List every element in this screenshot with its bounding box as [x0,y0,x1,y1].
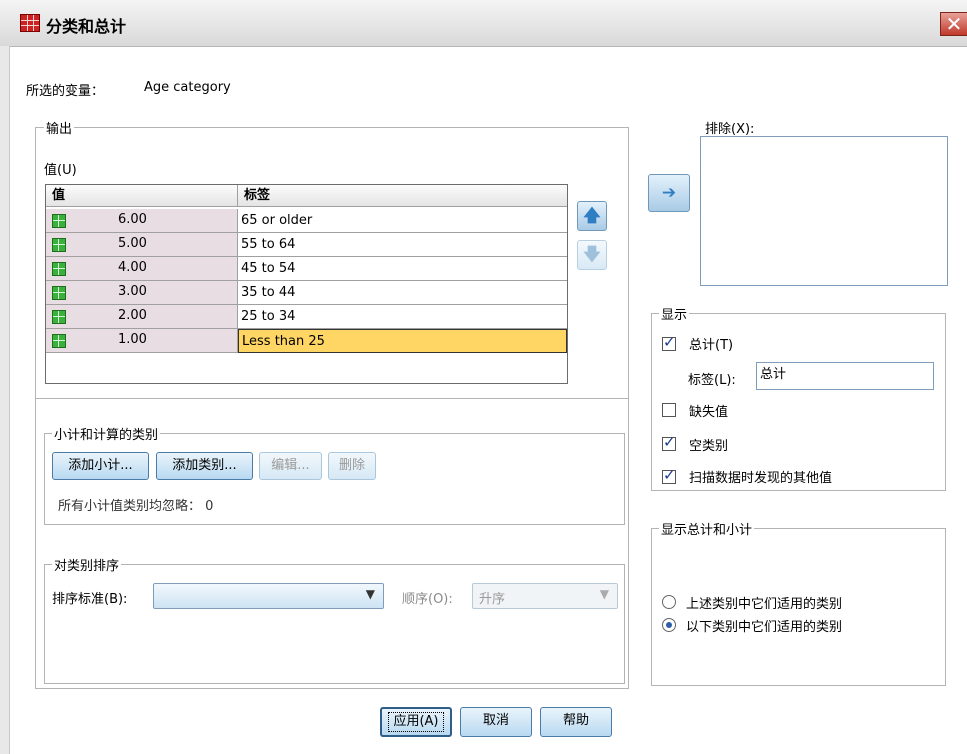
total-label: 总计(T) [689,338,734,353]
arrow-right-icon: ➔ [661,183,677,203]
apply-button[interactable]: 应用(A) [380,707,452,737]
other-values-checkbox[interactable] [662,466,676,484]
exclude-label: 排除(X): [705,122,755,137]
row-label-cell[interactable]: 25 to 34 [238,305,567,329]
total-label-input[interactable]: 总计 [756,362,934,390]
cancel-button[interactable]: 取消 [460,707,532,737]
column-header-label[interactable]: 标签 [238,185,567,207]
grid-icon [52,286,66,300]
below-label: 以下类别中它们适用的类别 [686,620,843,635]
selected-variable-value: Age category [144,80,231,95]
grid-icon [52,262,66,276]
help-button[interactable]: 帮助 [540,707,612,737]
table-icon [20,14,40,32]
row-label-cell-editing[interactable]: Less than 25 [238,329,567,353]
move-up-button[interactable]: 🡅 [577,201,607,231]
move-to-exclude-button[interactable]: ➔ [648,174,690,212]
values-label: 值(U) [44,163,77,178]
table-row-selected[interactable]: 1.00 Less than 25 [46,329,567,353]
row-value: 3.00 [118,284,147,299]
empty-categories-checkbox[interactable] [662,433,676,451]
output-group-label: 输出 [44,118,75,137]
below-radio[interactable] [662,618,676,632]
grid-icon [52,238,66,252]
other-values-label: 扫描数据时发现的其他值 [689,471,833,486]
grid-icon [52,334,66,348]
grid-icon [52,214,66,228]
above-label: 上述类别中它们适用的类别 [686,597,843,612]
values-table: 值 标签 6.00 65 or older 5.00 55 to 64 4.00… [45,184,568,384]
selected-variable-label: 所选的变量： [26,84,105,99]
label-field-label: 标签(L): [688,373,736,388]
exclude-list[interactable] [700,136,948,286]
show-group-label: 显示 [659,304,690,323]
position-group-label: 显示总计和小计 [659,519,755,538]
window-title: 分类和总计 [46,17,127,36]
arrow-down-icon: 🡇 [583,245,601,265]
row-value: 1.00 [118,332,147,347]
row-label-cell[interactable]: 55 to 64 [238,233,567,257]
row-label-cell[interactable]: 65 or older [238,209,567,233]
table-row[interactable]: 2.00 25 to 34 [46,305,567,329]
move-down-button[interactable]: 🡇 [577,240,607,270]
table-row[interactable]: 5.00 55 to 64 [46,233,567,257]
row-value: 5.00 [118,236,147,251]
row-label-cell[interactable]: 35 to 44 [238,281,567,305]
empty-categories-label: 空类别 [689,439,729,454]
arrow-up-icon: 🡅 [583,206,601,226]
column-header-value[interactable]: 值 [46,185,238,207]
row-value: 6.00 [118,212,147,227]
table-row[interactable]: 3.00 35 to 44 [46,281,567,305]
row-label-cell[interactable]: 45 to 54 [238,257,567,281]
left-panel-frame [35,399,629,689]
missing-label: 缺失值 [689,405,729,420]
table-row[interactable]: 4.00 45 to 54 [46,257,567,281]
apply-button-label: 应用(A) [388,712,444,732]
total-checkbox[interactable] [662,333,676,351]
table-row[interactable]: 6.00 65 or older [46,209,567,233]
above-radio[interactable] [662,595,676,609]
row-value: 2.00 [118,308,147,323]
title-bar: 分类和总计 ✕ [0,0,967,47]
window-left-border [0,46,10,754]
grid-icon [52,310,66,324]
missing-checkbox[interactable] [662,403,676,417]
row-value: 4.00 [118,260,147,275]
dialog-window: 分类和总计 ✕ 所选的变量： Age category 输出 值(U) 值 标签… [0,0,967,754]
close-button[interactable]: ✕ [940,12,967,36]
